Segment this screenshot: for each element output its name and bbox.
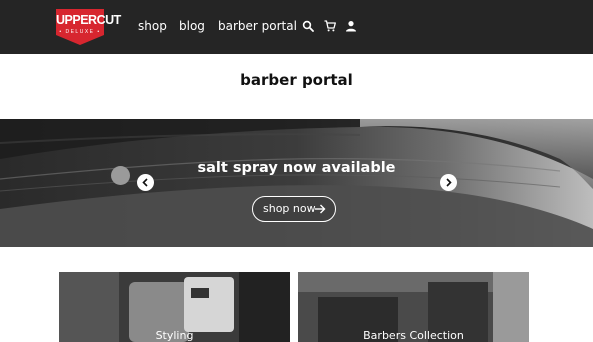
carousel-prev-button[interactable] [137, 174, 154, 191]
page-title: barber portal [240, 71, 353, 89]
logo-subtext: • DELUXE • [59, 29, 101, 35]
search-icon[interactable] [302, 20, 314, 32]
carousel-next-button[interactable] [440, 174, 457, 191]
shop-now-button[interactable]: shop now [252, 196, 336, 222]
arrow-right-icon [446, 178, 452, 187]
hero-headline: salt spray now available [197, 160, 396, 176]
shop-now-label: shop now [263, 202, 316, 215]
logo-wordmark: UPPERCUT [56, 13, 121, 27]
hero-banner [0, 119, 593, 247]
collection-card-styling[interactable]: Styling [59, 272, 290, 342]
account-icon[interactable] [345, 20, 357, 32]
nav-shop[interactable]: shop [138, 18, 167, 34]
hero-wave-image [0, 119, 593, 247]
collection-card-barbers[interactable]: Barbers Collection [298, 272, 529, 342]
card-label-styling: Styling [155, 329, 194, 342]
arrow-left-icon [142, 178, 148, 187]
cart-icon[interactable] [324, 20, 336, 32]
nav-blog[interactable]: blog [179, 18, 205, 34]
site-header: UPPERCUT • DELUXE • shop blog barber por… [0, 0, 593, 54]
card-label-barbers: Barbers Collection [363, 329, 464, 342]
slide-dot[interactable] [111, 166, 130, 185]
uppercut-logo[interactable]: UPPERCUT • DELUXE • [56, 9, 121, 45]
nav-barber-portal[interactable]: barber portal [218, 18, 297, 34]
arrow-right-icon [315, 204, 326, 214]
